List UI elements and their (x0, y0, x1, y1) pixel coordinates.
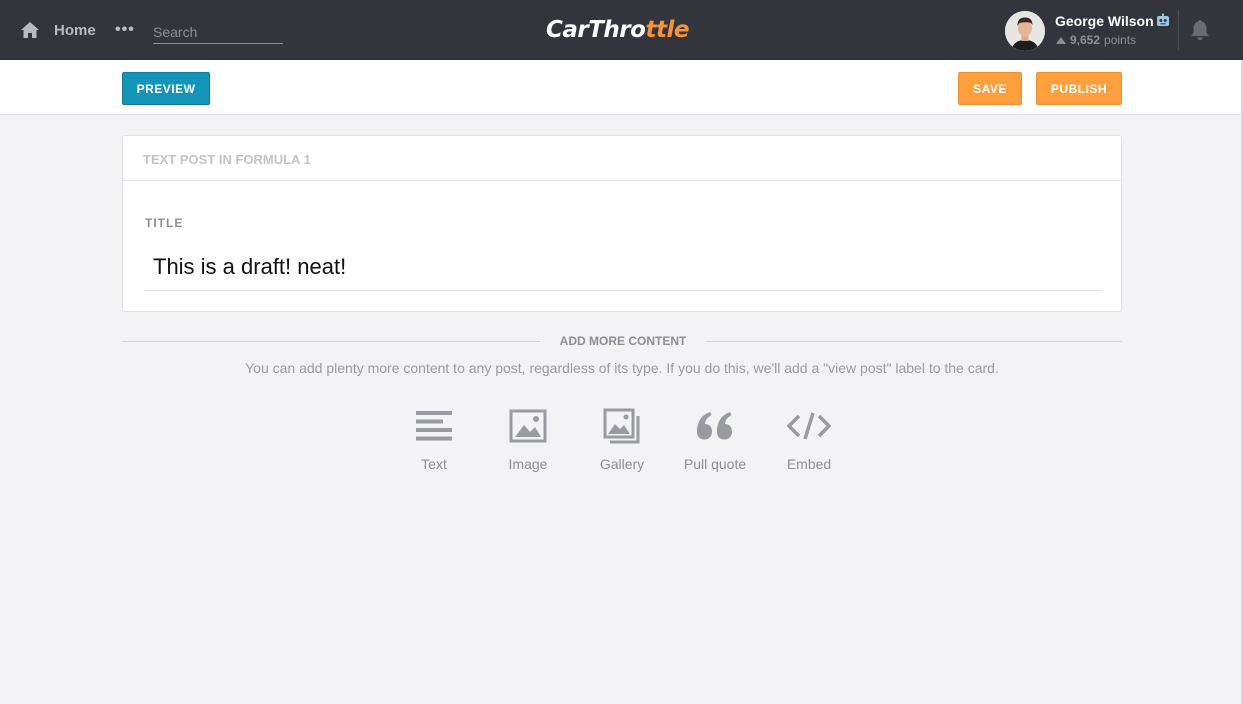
user-points: 9,652 points (1056, 33, 1136, 47)
image-type-label: Image (508, 456, 548, 472)
top-navbar: Home ••• CarThrottle George Wilson 9,652… (0, 0, 1243, 60)
add-image-button[interactable]: Image (483, 405, 573, 475)
divider-right (706, 341, 1122, 342)
search-input[interactable] (153, 20, 283, 44)
home-icon (21, 22, 39, 38)
logo-part-orange: ttle (645, 17, 689, 43)
post-type-header: TEXT POST IN FORMULA 1 (123, 136, 1121, 181)
site-logo[interactable]: CarThrottle (546, 15, 689, 45)
add-pull-quote-button[interactable]: Pull quote (670, 405, 760, 475)
code-icon (787, 412, 831, 440)
image-icon (509, 409, 547, 443)
points-up-arrow-icon (1056, 36, 1066, 44)
gallery-type-label: Gallery (599, 456, 645, 472)
add-gallery-button[interactable]: Gallery (577, 405, 667, 475)
bell-icon (1191, 20, 1209, 40)
title-input[interactable] (144, 243, 1102, 291)
robot-badge-icon (1157, 13, 1169, 26)
logo-part-white: CarThro (546, 17, 646, 43)
more-menu-button[interactable]: ••• (115, 22, 135, 38)
editor-toolbar: PREVIEW SAVE PUBLISH (0, 60, 1243, 115)
divider-left (122, 341, 540, 342)
title-label: TITLE (145, 216, 184, 230)
user-name[interactable]: George Wilson (1055, 13, 1154, 29)
home-label: Home (54, 21, 96, 39)
notifications-button[interactable] (1188, 18, 1212, 47)
publish-button[interactable]: PUBLISH (1036, 72, 1122, 105)
add-more-description: You can add plenty more content to any p… (245, 360, 999, 376)
quote-icon (697, 412, 732, 440)
add-embed-button[interactable]: Embed (764, 405, 854, 475)
post-card: TEXT POST IN FORMULA 1 TITLE (122, 135, 1122, 312)
add-text-button[interactable]: Text (389, 405, 479, 475)
points-unit: points (1104, 33, 1137, 47)
nav-divider (1178, 10, 1179, 50)
text-lines-icon (416, 411, 452, 441)
text-type-label: Text (421, 456, 447, 472)
points-value: 9,652 (1070, 33, 1101, 47)
preview-button[interactable]: PREVIEW (122, 72, 210, 105)
pull-quote-type-label: Pull quote (683, 456, 747, 472)
embed-type-label: Embed (786, 456, 832, 472)
gallery-icon (603, 408, 640, 444)
save-button[interactable]: SAVE (958, 72, 1022, 105)
add-more-content-title: ADD MORE CONTENT (559, 334, 687, 348)
avatar[interactable] (1005, 11, 1045, 51)
home-link[interactable]: Home (20, 19, 96, 41)
